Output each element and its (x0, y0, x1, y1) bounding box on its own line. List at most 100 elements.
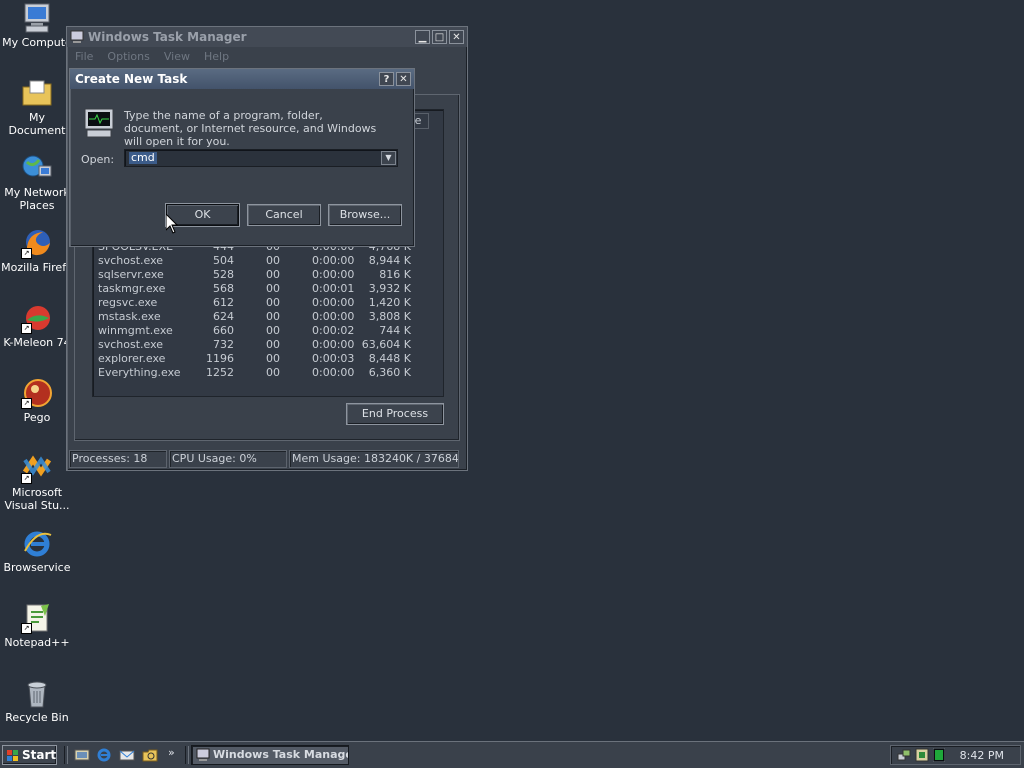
process-cpu-time: 0:00:03 (312, 352, 355, 365)
folder-documents-icon (21, 77, 53, 109)
process-mem: 6,360 K (368, 366, 411, 379)
computer-icon (21, 2, 53, 34)
task-manager-titlebar[interactable]: Windows Task Manager ▁ □ ✕ (67, 27, 467, 47)
shortcut-arrow-icon: ↗ (21, 623, 32, 634)
status-processes: Processes: 18 (69, 450, 167, 468)
menu-help[interactable]: Help (204, 50, 229, 63)
chevron-down-icon[interactable]: ▼ (381, 151, 396, 165)
table-row[interactable]: sqlservr.exe 528 00 0:00:00 816 K (93, 268, 433, 282)
system-tray: 8:42 PM (890, 745, 1021, 765)
start-button[interactable]: Start (2, 745, 57, 765)
network-places-icon (21, 152, 53, 184)
table-row[interactable]: svchost.exe 732 00 0:00:00 63,604 K (93, 338, 433, 352)
desktop-icon-network-places[interactable]: My Network Places (0, 152, 74, 212)
minimize-button[interactable]: ▁ (415, 30, 430, 44)
shortcut-arrow-icon: ↗ (21, 248, 32, 259)
process-pid: 528 (213, 268, 234, 281)
process-cpu: 00 (266, 324, 280, 337)
process-cpu: 00 (266, 268, 280, 281)
desktop-icon-label: Recycle Bin (5, 711, 69, 724)
mouse-cursor-icon (165, 212, 179, 237)
table-row[interactable]: taskmgr.exe 568 00 0:00:01 3,932 K (93, 282, 433, 296)
close-button[interactable]: ✕ (449, 30, 464, 44)
dialog-title: Create New Task (75, 72, 188, 86)
task-manager-cpu-tray-icon[interactable] (932, 747, 946, 765)
table-row[interactable]: Everything.exe 1252 00 0:00:00 6,360 K (93, 366, 433, 380)
dialog-description: Type the name of a program, folder, docu… (124, 109, 377, 148)
explorer-folder-icon[interactable] (142, 747, 158, 763)
task-manager-app-icon (70, 30, 84, 43)
process-name: taskmgr.exe (98, 282, 166, 295)
desktop-icon-label: Microsoft Visual Stu... (4, 486, 70, 512)
desktop-icon-kmeleon[interactable]: ↗ K-Meleon 74 (0, 302, 74, 349)
desktop-icon-browservice[interactable]: Browservice (0, 527, 74, 574)
cancel-button[interactable]: Cancel (247, 204, 321, 226)
process-mem: 3,932 K (368, 282, 411, 295)
table-row[interactable]: explorer.exe 1196 00 0:00:03 8,448 K (93, 352, 433, 366)
table-row[interactable]: winmgmt.exe 660 00 0:00:02 744 K (93, 324, 433, 338)
network-tray-icon[interactable] (897, 748, 911, 765)
process-pid: 568 (213, 282, 234, 295)
process-mem: 1,420 K (368, 296, 411, 309)
desktop-icon-firefox[interactable]: ↗ Mozilla Firefo (0, 227, 74, 274)
tray-app-icon[interactable] (915, 748, 929, 765)
desktop-icon-visual-studio[interactable]: ↗ Microsoft Visual Stu... (0, 452, 74, 512)
create-new-task-dialog[interactable]: Create New Task ? ✕ Type the name of a p… (69, 68, 415, 247)
desktop-icon-my-documents[interactable]: My Document (0, 77, 74, 137)
desktop-icon-notepadpp[interactable]: ↗ Notepad++ (0, 602, 74, 649)
menu-file[interactable]: File (75, 50, 93, 63)
desktop-icon-label: Browservice (3, 561, 71, 574)
menu-view[interactable]: View (164, 50, 190, 63)
desktop-icon-my-computer[interactable]: My Compute (0, 2, 74, 49)
taskbar-clock[interactable]: 8:42 PM (960, 749, 1004, 762)
browse-button[interactable]: Browse... (328, 204, 402, 226)
process-cpu: 00 (266, 310, 280, 323)
desktop-icon-label: Notepad++ (4, 636, 70, 649)
table-row[interactable]: regsvc.exe 612 00 0:00:00 1,420 K (93, 296, 433, 310)
process-cpu: 00 (266, 352, 280, 365)
status-mem-usage: Mem Usage: 183240K / 3768420K (289, 450, 459, 468)
taskbar: Start » Windows Task Manager 8:42 PM (0, 741, 1024, 768)
start-label: Start (22, 748, 57, 762)
task-manager-app-icon (196, 748, 210, 761)
process-name: svchost.exe (98, 254, 164, 267)
end-process-button[interactable]: End Process (346, 403, 444, 425)
process-cpu-time: 0:00:00 (312, 310, 355, 323)
quick-launch-chevron[interactable]: » (168, 746, 175, 759)
process-name: sqlservr.exe (98, 268, 164, 281)
table-row[interactable]: svchost.exe 504 00 0:00:00 8,944 K (93, 254, 433, 268)
process-name: winmgmt.exe (98, 324, 173, 337)
desktop-icon-recycle-bin[interactable]: Recycle Bin (0, 677, 74, 724)
help-button[interactable]: ? (379, 72, 394, 86)
task-manager-statusbar: Processes: 18 CPU Usage: 0% Mem Usage: 1… (69, 450, 461, 468)
process-cpu: 00 (266, 254, 280, 267)
dialog-close-button[interactable]: ✕ (396, 72, 411, 86)
menu-options[interactable]: Options (107, 50, 149, 63)
desktop-icon-pego[interactable]: ↗ Pego (0, 377, 74, 424)
process-cpu-time: 0:00:00 (312, 268, 355, 281)
open-combobox[interactable]: cmd ▼ (124, 149, 398, 167)
shortcut-arrow-icon: ↗ (21, 473, 32, 484)
desktop-icon-label: My Document (8, 111, 66, 137)
taskbar-button-task-manager[interactable]: Windows Task Manager (191, 745, 349, 765)
taskbar-separator (185, 746, 189, 764)
pego-icon: ↗ (21, 377, 53, 409)
process-pid: 660 (213, 324, 234, 337)
task-manager-menubar: File Options View Help (67, 47, 467, 65)
desktop-icon-label: Mozilla Firefo (1, 261, 73, 274)
maximize-button[interactable]: □ (432, 30, 447, 44)
show-desktop-icon[interactable] (74, 747, 90, 763)
open-input-value[interactable]: cmd (129, 152, 157, 164)
internet-explorer-icon[interactable] (96, 747, 112, 763)
shortcut-arrow-icon: ↗ (21, 323, 32, 334)
dialog-titlebar[interactable]: Create New Task ? ✕ (70, 69, 414, 89)
process-pid: 504 (213, 254, 234, 267)
outlook-express-icon[interactable] (119, 747, 135, 763)
process-mem: 744 K (379, 324, 411, 337)
process-mem: 8,944 K (368, 254, 411, 267)
process-mem: 8,448 K (368, 352, 411, 365)
table-row[interactable]: mstask.exe 624 00 0:00:00 3,808 K (93, 310, 433, 324)
process-pid: 1196 (206, 352, 234, 365)
process-cpu-time: 0:00:00 (312, 296, 355, 309)
process-cpu-time: 0:00:00 (312, 254, 355, 267)
